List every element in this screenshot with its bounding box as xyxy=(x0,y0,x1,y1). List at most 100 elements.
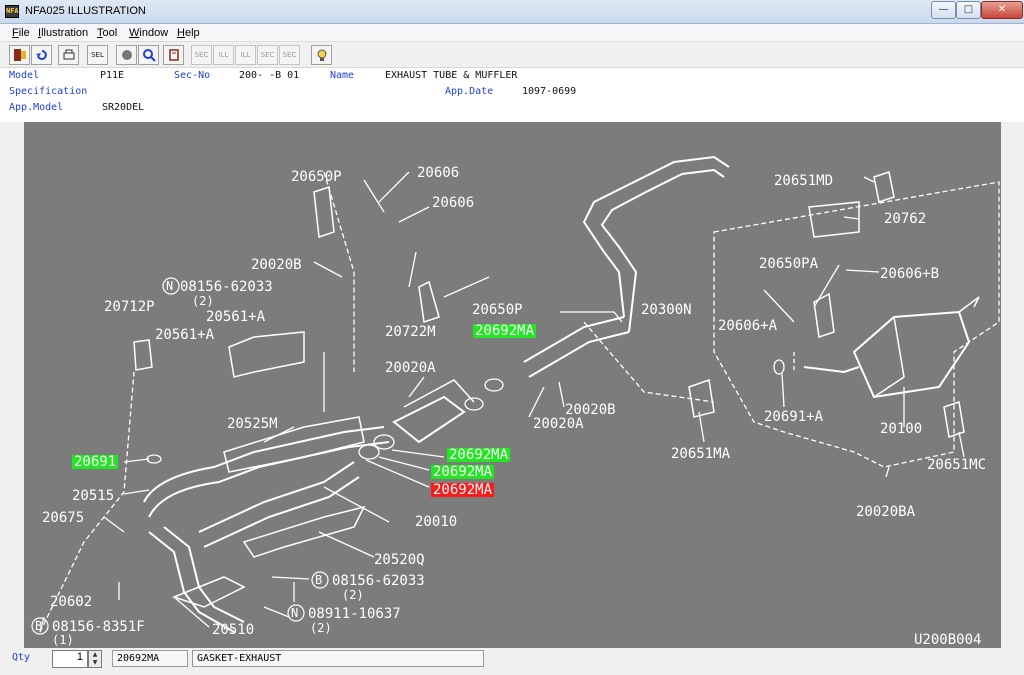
part-label-selected[interactable]: 20692MA xyxy=(431,483,495,497)
sec-next-icon: SEC xyxy=(260,51,275,59)
part-label-highlighted[interactable]: 20692MA xyxy=(431,465,495,479)
part-label[interactable]: 20100 xyxy=(880,422,922,436)
part-label[interactable]: 20561+A xyxy=(155,328,214,342)
part-label[interactable]: 20561+A xyxy=(206,310,265,324)
appmodel-value: SR20DEL xyxy=(102,102,145,113)
part-label[interactable]: (2) xyxy=(310,621,332,635)
part-label[interactable]: 20650P xyxy=(472,303,523,317)
book-icon xyxy=(168,49,179,61)
magnify-icon xyxy=(142,49,156,62)
toolbar: SEL SEC ILL ILL SEC SEC xyxy=(0,42,1024,68)
back-icon xyxy=(35,50,47,60)
name-value: EXHAUST TUBE & MUFFLER xyxy=(385,70,518,81)
qty-spinner[interactable]: ▲ ▼ xyxy=(88,650,102,668)
part-label[interactable]: 20525M xyxy=(227,417,278,431)
model-value: P11E xyxy=(100,70,125,81)
part-label[interactable]: 20651MC xyxy=(927,458,986,472)
ill-next-button[interactable]: ILL xyxy=(235,45,256,65)
sec-next-button[interactable]: SEC xyxy=(257,45,278,65)
part-label[interactable]: 20606+B xyxy=(880,267,939,281)
hint-button[interactable] xyxy=(311,45,332,65)
select-button[interactable]: SEL xyxy=(87,45,108,65)
part-label[interactable]: (2) xyxy=(342,588,364,602)
record-icon xyxy=(121,50,132,60)
menu-illustration[interactable]: Illustration xyxy=(38,27,88,39)
part-label[interactable]: (1) xyxy=(52,633,74,647)
part-label[interactable]: 20606 xyxy=(417,166,459,180)
part-label[interactable]: 20712P xyxy=(104,300,155,314)
part-label[interactable]: 20762 xyxy=(884,212,926,226)
part-label[interactable]: 08156-8351F xyxy=(52,620,145,634)
part-label-highlighted[interactable]: 20691 xyxy=(72,455,119,469)
exit-button[interactable] xyxy=(9,45,30,65)
sec-query-button[interactable]: SEC xyxy=(279,45,300,65)
part-label[interactable]: 20020B xyxy=(565,403,616,417)
illustration-code: U200B004 xyxy=(914,632,982,648)
part-label[interactable]: 20020A xyxy=(385,361,436,375)
part-label-highlighted[interactable]: 20692MA xyxy=(447,448,511,462)
magnify-button[interactable] xyxy=(138,45,159,65)
part-label[interactable]: 08911-10637 xyxy=(308,607,401,621)
minimize-button[interactable]: — xyxy=(931,1,956,19)
part-label[interactable]: 20510 xyxy=(212,623,254,637)
part-label-highlighted[interactable]: 20692MA xyxy=(473,324,537,338)
spin-down-icon[interactable]: ▼ xyxy=(89,659,101,667)
spec-label: Specification xyxy=(9,86,88,97)
part-label[interactable]: 20691+A xyxy=(764,410,823,424)
part-label[interactable]: 20650PA xyxy=(759,257,818,271)
part-label[interactable]: 20020B xyxy=(251,258,302,272)
qty-label: Qty xyxy=(12,652,31,663)
menu-help[interactable]: Help xyxy=(177,27,200,39)
part-label[interactable]: 20651MA xyxy=(671,447,730,461)
model-label: Model xyxy=(9,70,40,81)
select-icon: SEL xyxy=(91,51,104,59)
window-title: NFA025 ILLUSTRATION xyxy=(25,5,146,17)
part-label[interactable]: 08156-62033 xyxy=(180,280,273,294)
secno-label: Sec-No xyxy=(174,70,211,81)
menu-bar: File Illustration Tool Window Help xyxy=(0,24,1024,42)
spin-up-icon[interactable]: ▲ xyxy=(89,651,101,659)
print-button[interactable] xyxy=(58,45,79,65)
appmodel-label: App.Model xyxy=(9,102,64,113)
app-icon: NFA xyxy=(5,5,19,18)
part-info-panel: Model P11E Sec-No 200- -B 01 Name EXHAUS… xyxy=(0,68,1024,122)
part-label[interactable]: 20722M xyxy=(385,325,436,339)
part-label[interactable]: 20651MD xyxy=(774,174,833,188)
exhaust-drawing xyxy=(39,155,1000,633)
part-label[interactable]: 20602 xyxy=(50,595,92,609)
name-label: Name xyxy=(330,70,355,81)
marker-letter: N xyxy=(166,279,174,293)
part-label[interactable]: 20300N xyxy=(641,303,692,317)
qty-input[interactable]: 1 xyxy=(52,650,88,668)
part-label[interactable]: 20020BA xyxy=(856,505,915,519)
book-button[interactable] xyxy=(163,45,184,65)
ill-next-icon: ILL xyxy=(240,51,251,59)
close-button[interactable]: ✕ xyxy=(981,1,1023,19)
part-label[interactable]: 20650P xyxy=(291,170,342,184)
exit-icon xyxy=(13,49,26,61)
part-label[interactable]: 20020A xyxy=(533,417,584,431)
ill-prev-button[interactable]: ILL xyxy=(213,45,234,65)
part-label[interactable]: 20606 xyxy=(432,196,474,210)
marker-letter: B xyxy=(315,573,323,587)
appdate-label: App.Date xyxy=(445,86,494,97)
sec-prev-button[interactable]: SEC xyxy=(191,45,212,65)
part-label[interactable]: 20010 xyxy=(415,515,457,529)
part-label[interactable]: 20606+A xyxy=(718,319,777,333)
part-label[interactable]: 20515 xyxy=(72,489,114,503)
part-name-field: GASKET-EXHAUST xyxy=(192,650,484,667)
part-label[interactable]: 20675 xyxy=(42,511,84,525)
appdate-value: 1097-0699 xyxy=(522,86,577,97)
menu-file[interactable]: File xyxy=(12,27,30,39)
part-label[interactable]: 08156-62033 xyxy=(332,574,425,588)
part-label[interactable]: 20520Q xyxy=(374,553,425,567)
maximize-button[interactable]: □ xyxy=(956,1,981,19)
exhaust-illustration[interactable]: 20650P 20606 20606 20020B 08156-62033 (2… xyxy=(24,122,1001,648)
part-label[interactable]: (2) xyxy=(192,294,214,308)
menu-window[interactable]: Window xyxy=(129,27,168,39)
status-bar: Qty 1 ▲ ▼ 20692MA GASKET-EXHAUST xyxy=(0,648,1024,675)
menu-tool[interactable]: Tool xyxy=(97,27,117,39)
record-button[interactable] xyxy=(116,45,137,65)
back-button[interactable] xyxy=(31,45,52,65)
marker-letter: N xyxy=(291,606,299,620)
